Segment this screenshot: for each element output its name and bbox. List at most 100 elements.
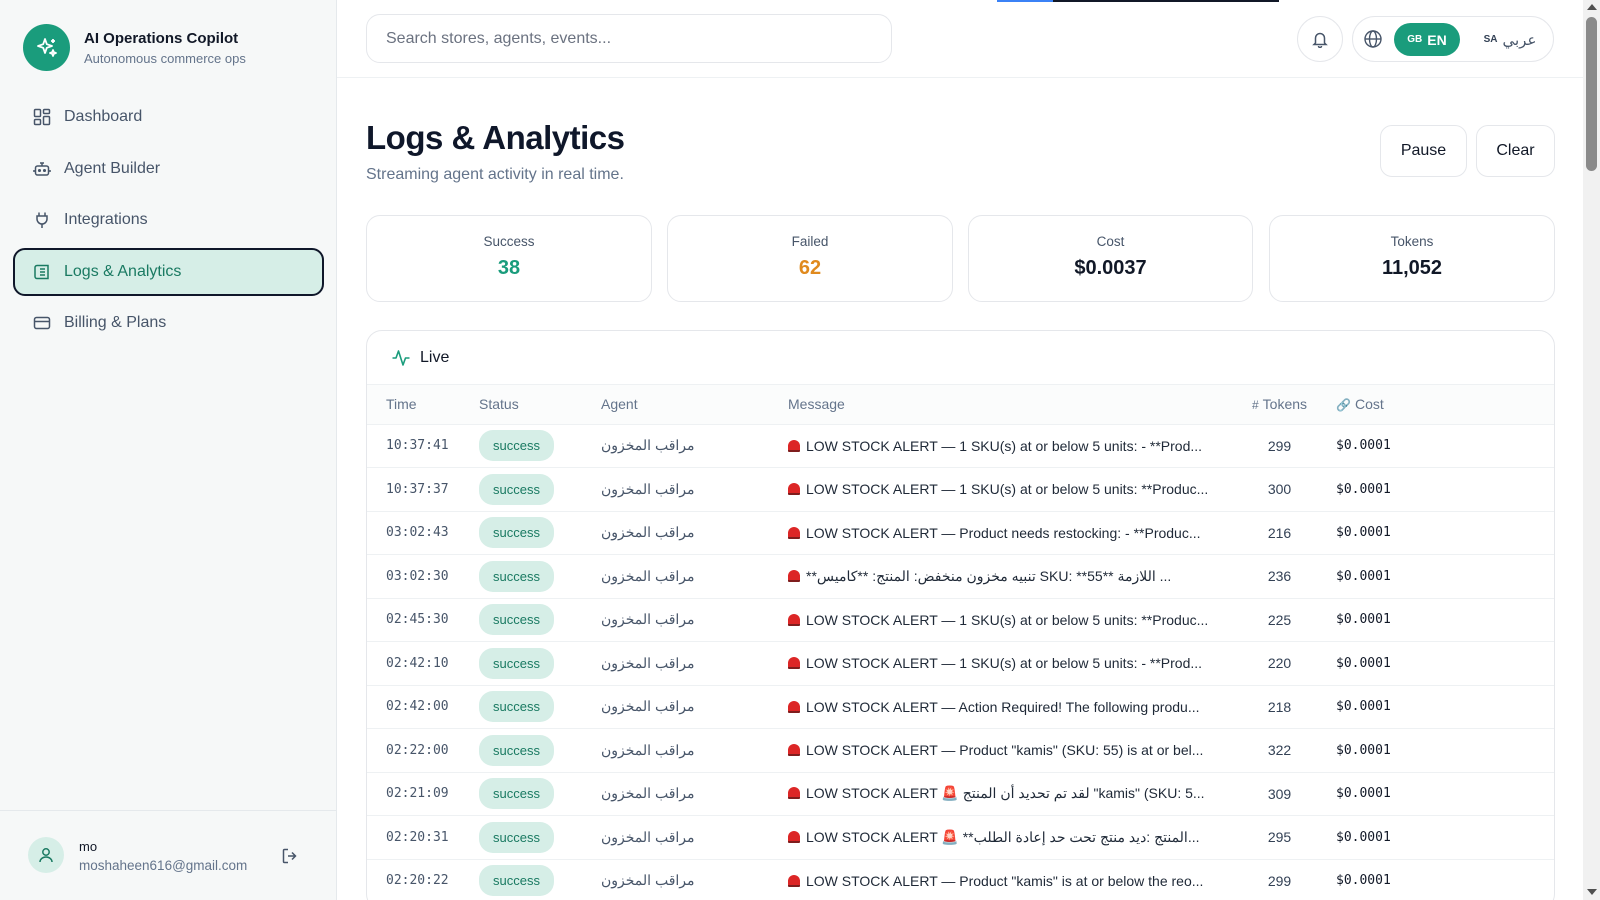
table-row[interactable]: 02:20:31 success مراقب المخزون LOW STOCK AL…: [367, 815, 1554, 860]
brand[interactable]: AI Operations Copilot Autonomous commerc…: [23, 24, 246, 71]
stat-card-cost: Cost $0.0037: [968, 215, 1253, 302]
table-row[interactable]: 02:22:00 success مراقب المخزون LOW STOCK AL…: [367, 728, 1554, 773]
row-message-text: LOW STOCK ALERT — Product "kamis" (SKU: …: [806, 742, 1204, 759]
sidebar-item-billing-plans[interactable]: Billing & Plans: [13, 299, 324, 347]
column-header-message[interactable]: Message: [788, 385, 1223, 425]
table-row[interactable]: 02:20:22 success مراقب المخزون LOW STOCK AL…: [367, 859, 1554, 900]
sidebar-item-label: Billing & Plans: [64, 314, 167, 331]
row-tokens: 220: [1223, 641, 1336, 686]
table-row[interactable]: 02:45:30 success مراقب المخزون LOW STOCK AL…: [367, 598, 1554, 642]
lang-en-button[interactable]: GB EN: [1394, 23, 1460, 56]
table-row[interactable]: 02:42:00 success مراقب المخزون LOW STOCK AL…: [367, 685, 1554, 729]
row-time: 02:20:31: [367, 815, 479, 860]
status-badge: success: [479, 865, 554, 897]
row-message-text: LOW STOCK ALERT — 1 SKU(s) at or below 5…: [806, 611, 1209, 628]
table-row[interactable]: 02:42:10 success مراقب المخزون LOW STOCK AL…: [367, 641, 1554, 686]
row-message: **تنبيه مخزون منخفض: المنتج: **كاميس SKU…: [788, 554, 1223, 599]
scrollbar-thumb[interactable]: [1586, 17, 1597, 171]
page-scrollbar[interactable]: [1583, 0, 1600, 900]
row-message-text: LOW STOCK ALERT — 1 SKU(s) at or below 5…: [806, 655, 1203, 672]
row-time: 02:42:10: [367, 641, 479, 686]
scroll-down-icon[interactable]: [1587, 889, 1597, 895]
table-row[interactable]: 03:02:30 success مراقب المخزون **تنبيه مخزو…: [367, 554, 1554, 599]
row-tokens: 216: [1223, 511, 1336, 555]
bot-icon: [33, 160, 51, 178]
row-message: LOW STOCK ALERT — 1 SKU(s) at or below 5…: [788, 467, 1223, 512]
row-message: LOW STOCK ALERT — 1 SKU(s) at or below 5…: [788, 598, 1223, 642]
row-message: LOW STOCK ALERT — 1 SKU(s) at or below 5…: [788, 641, 1223, 686]
row-time: 02:22:00: [367, 728, 479, 773]
status-badge: success: [479, 604, 554, 636]
status-badge: success: [479, 473, 554, 505]
sidebar-item-label: Dashboard: [64, 108, 143, 125]
row-cost: $0.0001: [1336, 685, 1554, 729]
row-tokens: 322: [1223, 728, 1336, 773]
search-input[interactable]: [366, 14, 892, 63]
sidebar-item-agent-builder[interactable]: Agent Builder: [13, 145, 324, 193]
stats-row: Success 38 Failed 62 Cost $0.0037 Tokens…: [366, 215, 1555, 302]
row-cost: $0.0001: [1336, 598, 1554, 642]
column-header-status[interactable]: Status: [479, 385, 601, 425]
table-row[interactable]: 03:02:43 success مراقب المخزون LOW STOCK AL…: [367, 511, 1554, 555]
row-message: LOW STOCK ALERT — Product "kamis" (SKU: …: [788, 728, 1223, 773]
row-message: LOW STOCK ALERT — Product "kamis" is at …: [788, 859, 1223, 900]
live-header: Live: [367, 331, 1554, 385]
column-header-agent[interactable]: Agent: [601, 385, 788, 425]
clear-button[interactable]: Clear: [1476, 125, 1555, 177]
lang-en-label: EN: [1427, 31, 1447, 48]
bell-icon[interactable]: [1297, 16, 1343, 62]
column-header-time[interactable]: Time: [367, 385, 479, 425]
column-header-cost[interactable]: 🔗 Cost: [1336, 385, 1554, 425]
table-row[interactable]: 10:37:37 success مراقب المخزون LOW STOCK AL…: [367, 467, 1554, 512]
row-tokens: 225: [1223, 598, 1336, 642]
row-status: success: [479, 815, 601, 860]
stat-value: 38: [497, 257, 521, 279]
row-cost: $0.0001: [1336, 728, 1554, 773]
column-header-tokens[interactable]: # Tokens: [1223, 385, 1336, 425]
siren-icon: [788, 744, 800, 757]
column-header-cost-label: Cost: [1354, 396, 1384, 413]
dashboard-icon: [33, 108, 51, 126]
row-message-text: LOW STOCK ALERT — 1 SKU(s) at or below 5…: [806, 481, 1209, 498]
stat-label: Success: [483, 234, 535, 249]
row-tokens: 300: [1223, 467, 1336, 512]
lang-ar-button[interactable]: SA عربي: [1473, 23, 1547, 56]
logout-icon[interactable]: [281, 847, 301, 867]
user-avatar-icon[interactable]: [28, 837, 64, 873]
sidebar-item-label: Agent Builder: [64, 159, 161, 177]
row-message-text: LOW STOCK ALERT — Product "kamis" is at …: [806, 872, 1204, 889]
row-status: success: [479, 554, 601, 599]
row-time: 10:37:41: [367, 424, 479, 468]
table-body: 10:37:41 success مراقب المخزون LOW STOCK AL…: [367, 424, 1554, 900]
live-label: Live: [420, 348, 450, 366]
column-header-tokens-label: Tokens: [1262, 396, 1308, 413]
sidebar-item-dashboard[interactable]: Dashboard: [13, 93, 324, 141]
sidebar-item-integrations[interactable]: Integrations: [13, 196, 324, 244]
row-agent: مراقب المخزون: [601, 859, 788, 900]
table-row[interactable]: 10:37:41 success مراقب المخزون LOW STOCK AL…: [367, 424, 1554, 468]
row-status: success: [479, 685, 601, 729]
row-agent: مراقب المخزون: [601, 641, 788, 686]
sidebar-item-logs-analytics[interactable]: Logs & Analytics: [13, 247, 324, 296]
row-tokens: 299: [1223, 859, 1336, 900]
table-header-row: Time Status Agent Message # Tokens 🔗 Cost: [367, 385, 1554, 425]
sidebar-item-label: Integrations: [64, 211, 148, 228]
brand-subtitle: Autonomous commerce ops: [84, 50, 246, 66]
row-time: 10:37:37: [367, 467, 479, 512]
siren-icon: [788, 439, 800, 452]
row-message: LOW STOCK ALERT — Action Required! The f…: [788, 685, 1223, 729]
row-message: LOW STOCK ALERT 🚨 **المنتج :ديد منتج تحت…: [788, 815, 1223, 860]
globe-icon: [1363, 29, 1383, 49]
row-message: LOW STOCK ALERT — 1 SKU(s) at or below 5…: [788, 424, 1223, 468]
stat-label: Tokens: [1390, 234, 1434, 249]
row-message: LOW STOCK ALERT 🚨 لقد تم تحديد أن المنتج…: [788, 772, 1223, 816]
row-tokens: 299: [1223, 424, 1336, 468]
lang-ar-label: عربي: [1502, 31, 1537, 49]
siren-icon: [788, 874, 800, 887]
pause-button[interactable]: Pause: [1380, 125, 1467, 177]
table-row[interactable]: 02:21:09 success مراقب المخزون LOW STOCK AL…: [367, 772, 1554, 816]
user-name: mo: [79, 839, 98, 854]
scroll-up-icon[interactable]: [1587, 4, 1597, 10]
row-tokens: 295: [1223, 815, 1336, 860]
lang-ar-flag: SA: [1483, 34, 1498, 45]
